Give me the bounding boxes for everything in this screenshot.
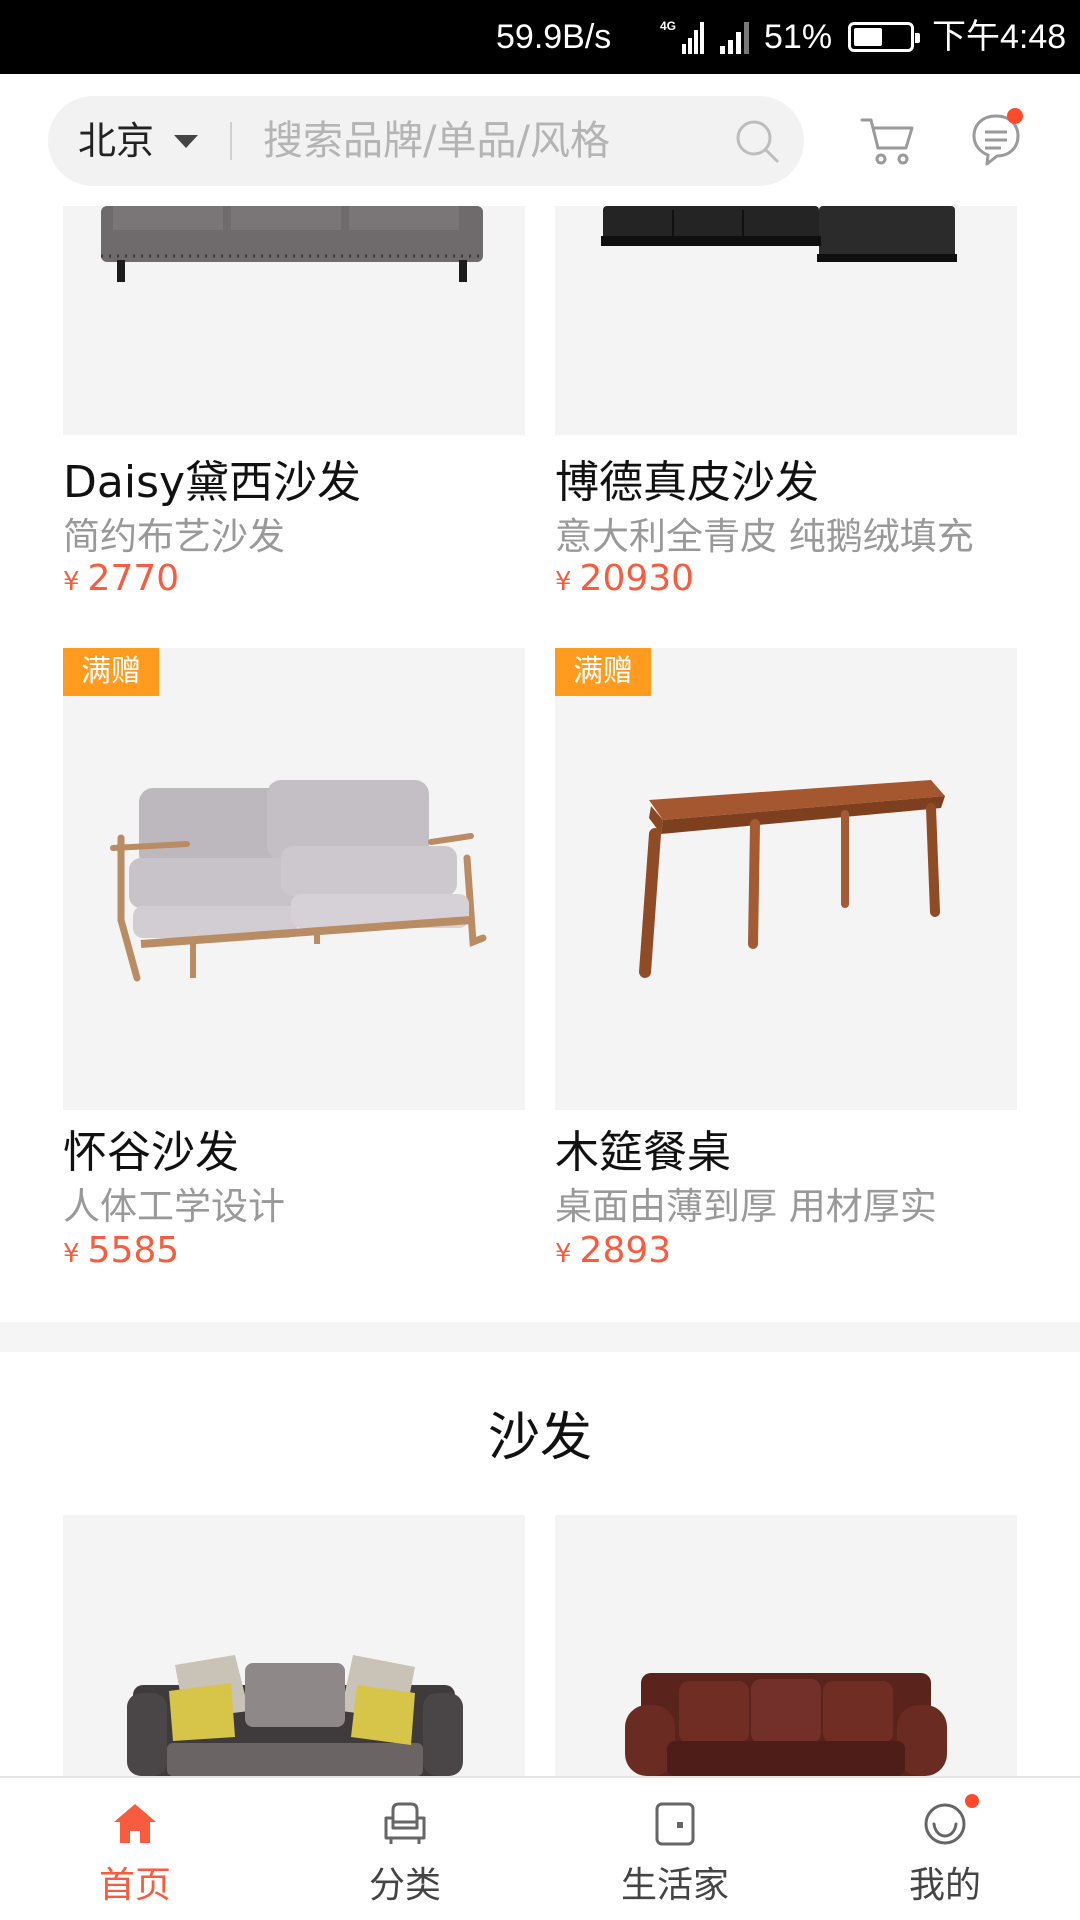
product-desc: 简约布艺沙发 <box>63 515 285 558</box>
wood-frame-sofa-image <box>110 780 487 982</box>
price-value: 20930 <box>579 558 695 599</box>
promo-tag: 满赠 <box>63 648 159 696</box>
tab-home[interactable]: 首页 <box>35 1778 235 1920</box>
product-image[interactable] <box>63 206 525 435</box>
tab-label: 我的 <box>908 1865 981 1906</box>
leather-sofa-image <box>601 206 957 262</box>
tab-label: 生活家 <box>620 1865 729 1906</box>
clock: 下午4:48 <box>932 18 1067 56</box>
app-screen: 59.9B/s 4G 51% 下午4:48 北京 搜索品牌/单品/风格 Dais… <box>0 0 1080 1920</box>
product-desc: 人体工学设计 <box>63 1185 285 1228</box>
section-divider <box>0 1322 1080 1352</box>
fabric-sofa-image <box>101 206 483 282</box>
tab-profile[interactable]: 我的 <box>845 1778 1045 1920</box>
product-image[interactable] <box>555 206 1017 435</box>
product-price: ¥5585 <box>63 1230 179 1271</box>
price-value: 5585 <box>87 1230 180 1271</box>
product-image[interactable] <box>63 1515 525 1776</box>
product-card[interactable]: 满赠 怀谷沙发 人体工学设计 ¥5585 <box>63 648 525 1288</box>
search-input[interactable]: 搜索品牌/单品/风格 <box>263 96 610 186</box>
city-selector[interactable]: 北京 <box>78 96 154 186</box>
product-name[interactable]: 博德真皮沙发 <box>555 446 819 510</box>
message-badge <box>1007 108 1023 124</box>
cushion-sofa-image <box>127 1655 463 1776</box>
product-card[interactable]: Daisy黛西沙发 简约布艺沙发 ¥2770 <box>63 206 525 606</box>
top-header: 北京 搜索品牌/单品/风格 <box>0 74 1080 206</box>
currency-symbol: ¥ <box>63 1239 80 1269</box>
network-type-label: 4G <box>660 19 676 33</box>
home-icon <box>114 1804 156 1843</box>
tab-category[interactable]: 分类 <box>305 1778 505 1920</box>
product-card[interactable]: 满赠 木筵餐桌 桌面由薄到厚 用材厚实 ¥2893 <box>555 648 1017 1288</box>
product-card[interactable] <box>555 1515 1017 1776</box>
chevron-down-icon[interactable] <box>174 135 198 148</box>
product-image[interactable]: 满赠 <box>63 648 525 1110</box>
product-image[interactable] <box>555 1515 1017 1776</box>
signal-4g-icon: 4G <box>660 19 704 54</box>
product-name[interactable]: Daisy黛西沙发 <box>63 446 361 510</box>
section-title: 沙发 <box>487 1408 592 1468</box>
cart-icon[interactable] <box>860 114 916 168</box>
product-name[interactable]: 木筵餐桌 <box>555 1116 731 1180</box>
promo-tag: 满赠 <box>555 648 651 696</box>
product-price: ¥20930 <box>555 558 694 599</box>
currency-symbol: ¥ <box>555 567 572 597</box>
dining-table-image <box>639 780 945 978</box>
profile-badge <box>965 1794 979 1808</box>
search-icon[interactable] <box>734 118 780 164</box>
product-name[interactable]: 怀谷沙发 <box>63 1116 239 1180</box>
tab-life[interactable]: 生活家 <box>575 1778 775 1920</box>
battery-icon <box>848 22 920 52</box>
product-desc: 意大利全青皮 纯鹅绒填充 <box>555 515 974 558</box>
product-price: ¥2770 <box>63 558 179 599</box>
life-icon <box>655 1802 695 1846</box>
search-bar[interactable]: 北京 搜索品牌/单品/风格 <box>48 96 804 186</box>
bottom-tab-bar: 首页 分类 生活家 我的 <box>0 1776 1080 1920</box>
product-image[interactable]: 满赠 <box>555 648 1017 1110</box>
product-card[interactable] <box>63 1515 525 1776</box>
category-icon <box>384 1802 426 1844</box>
profile-icon <box>924 1803 966 1845</box>
signal-icon <box>720 22 749 54</box>
product-price: ¥2893 <box>555 1230 671 1271</box>
chesterfield-sofa-image <box>625 1673 947 1776</box>
search-divider <box>230 122 232 160</box>
currency-symbol: ¥ <box>63 567 80 597</box>
status-bar: 59.9B/s 4G 51% 下午4:48 <box>0 0 1080 74</box>
tab-label: 首页 <box>98 1865 171 1906</box>
product-desc: 桌面由薄到厚 用材厚实 <box>555 1185 937 1228</box>
battery-percent: 51% <box>764 18 833 56</box>
price-value: 2893 <box>579 1230 672 1271</box>
price-value: 2770 <box>87 558 180 599</box>
network-speed: 59.9B/s <box>496 18 612 56</box>
tab-label: 分类 <box>368 1865 441 1906</box>
currency-symbol: ¥ <box>555 1239 572 1269</box>
product-card[interactable]: 博德真皮沙发 意大利全青皮 纯鹅绒填充 ¥20930 <box>555 206 1017 606</box>
